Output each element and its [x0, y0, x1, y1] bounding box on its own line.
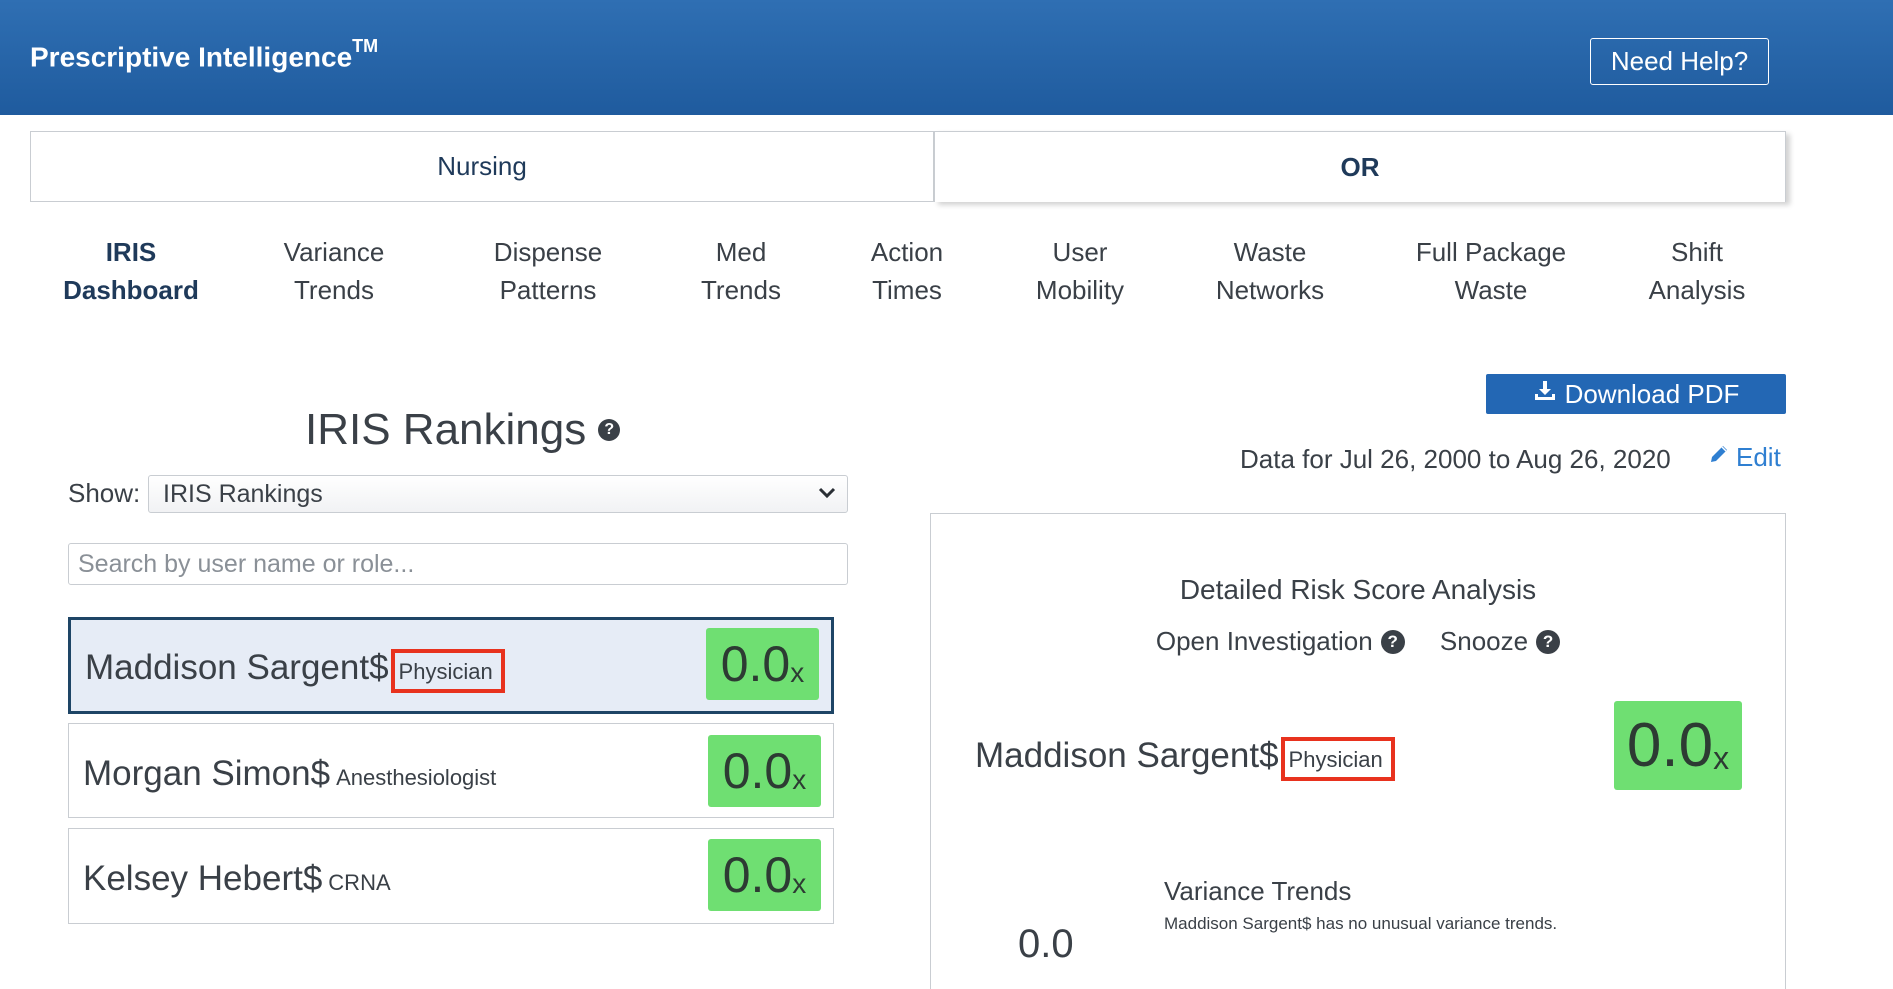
subnav-label-line2: Trends	[701, 275, 781, 305]
tab-nursing[interactable]: Nursing	[30, 131, 934, 202]
subnav-label-line2: Trends	[294, 275, 374, 305]
risk-analysis-actions: Open Investigation ? Snooze ?	[931, 626, 1785, 657]
snooze-label: Snooze	[1439, 626, 1529, 656]
brand-name: Prescriptive Intelligence	[30, 41, 353, 73]
subnav-variance-trends[interactable]: Variance Trends	[284, 233, 385, 309]
need-help-button[interactable]: Need Help?	[1590, 38, 1769, 85]
ranking-user-name: Kelsey Hebert$	[83, 859, 323, 898]
subnav-label-line2: Dashboard	[63, 275, 199, 305]
ranking-card[interactable]: Morgan Simon$ Anesthesiologist 0.0 x	[68, 723, 834, 818]
ranking-user-name: Maddison Sargent$	[85, 648, 389, 687]
brand-title: Prescriptive IntelligenceTM	[30, 36, 378, 73]
score-value: 0.0	[722, 743, 793, 799]
help-question-icon[interactable]: ?	[598, 419, 621, 441]
subnav-label-line1: Action	[870, 237, 944, 267]
subnav-dispense-patterns[interactable]: Dispense Patterns	[494, 233, 602, 309]
trademark-mark: TM	[352, 36, 379, 56]
ranking-user-name: Morgan Simon$	[83, 754, 331, 793]
edit-date-link[interactable]: Edit	[1708, 442, 1781, 473]
subnav-label-line1: User	[1052, 237, 1108, 267]
ranking-score-badge: 0.0 x	[708, 735, 821, 807]
pencil-icon	[1708, 443, 1730, 472]
ranking-user: Kelsey Hebert$ CRNA	[83, 859, 391, 899]
subnav-label-line2: Analysis	[1648, 275, 1746, 305]
tab-or[interactable]: OR	[934, 131, 1786, 202]
ranking-card[interactable]: Maddison Sargent$ Physician 0.0 x	[68, 617, 834, 714]
detail-user-name: Maddison Sargent$	[975, 736, 1279, 775]
show-label: Show:	[68, 478, 141, 508]
score-value: 0.0	[1626, 711, 1714, 780]
risk-analysis-title: Detailed Risk Score Analysis	[1179, 574, 1537, 605]
detail-user: Maddison Sargent$ Physician	[975, 736, 1395, 781]
subnav-iris-dashboard[interactable]: IRIS Dashboard	[63, 233, 199, 309]
download-pdf-label: Download PDF	[1564, 378, 1740, 409]
detail-user-role-highlighted: Physician	[1280, 737, 1395, 781]
ranking-user-role: CRNA	[328, 870, 391, 895]
subnav-label-line2: Times	[872, 275, 942, 305]
score-value: 0.0	[722, 847, 793, 903]
subnav-label-line1: Shift	[1670, 237, 1724, 267]
detail-score-badge: 0.0 x	[1614, 701, 1742, 790]
ranking-user-role-highlighted: Physician	[390, 649, 505, 693]
variance-trends-description: Maddison Sargent$ has no unusual varianc…	[1164, 914, 1558, 933]
subnav-label-line1: Variance	[283, 237, 385, 267]
subnav-label-line2: Waste	[1454, 275, 1528, 305]
show-select[interactable]: IRIS Rankings	[148, 475, 848, 513]
subnav-label-line1: Dispense	[493, 237, 603, 267]
snooze-button[interactable]: Snooze ?	[1439, 626, 1561, 657]
download-pdf-button[interactable]: Download PDF	[1486, 374, 1786, 414]
subnav-shift-analysis[interactable]: Shift Analysis	[1649, 233, 1746, 309]
subnav-label-line2: Networks	[1215, 275, 1325, 305]
ranking-user-role: Anesthesiologist	[336, 765, 497, 790]
subnav-waste-networks[interactable]: Waste Networks	[1216, 233, 1324, 309]
help-question-icon[interactable]: ?	[1380, 629, 1405, 654]
variance-trends-value: 0.0	[1018, 922, 1074, 966]
rankings-title-text: IRIS Rankings	[305, 405, 587, 454]
rankings-title: IRIS Rankings ?	[305, 405, 621, 455]
open-investigation-label: Open Investigation	[1155, 626, 1373, 656]
ranking-card[interactable]: Kelsey Hebert$ CRNA 0.0 x	[68, 828, 834, 924]
score-suffix: x	[1713, 740, 1730, 776]
score-value: 0.0	[720, 636, 791, 692]
subnav-label-line2: Patterns	[499, 275, 597, 305]
ranking-score-badge: 0.0 x	[706, 628, 819, 700]
score-suffix: x	[790, 657, 805, 688]
variance-trends-title: Variance Trends	[1164, 876, 1352, 906]
help-question-icon[interactable]: ?	[1536, 629, 1561, 654]
score-suffix: x	[792, 764, 807, 795]
ranking-score-badge: 0.0 x	[708, 839, 821, 911]
chevron-down-icon	[817, 482, 837, 508]
ranking-user: Maddison Sargent$ Physician	[85, 648, 505, 693]
subnav-label-line1: Med	[715, 237, 767, 267]
subnav-full-package-waste[interactable]: Full Package Waste	[1416, 233, 1566, 309]
subnav-label-line1: IRIS	[105, 237, 157, 267]
top-bar: Prescriptive IntelligenceTM Need Help?	[0, 0, 1893, 115]
edit-label: Edit	[1736, 442, 1781, 472]
score-suffix: x	[792, 868, 807, 899]
open-investigation-button[interactable]: Open Investigation ?	[1156, 626, 1405, 657]
subnav-user-mobility[interactable]: User Mobility	[1036, 233, 1124, 309]
subnav-label-line1: Full Package	[1415, 237, 1567, 267]
ranking-user: Morgan Simon$ Anesthesiologist	[83, 754, 496, 794]
subnav-med-trends[interactable]: Med Trends	[701, 233, 781, 309]
search-input[interactable]	[68, 543, 848, 585]
download-icon	[1533, 379, 1557, 409]
show-select-value: IRIS Rankings	[163, 479, 323, 508]
subnav-label-line2: Mobility	[1035, 275, 1125, 305]
subnav-action-times[interactable]: Action Times	[871, 233, 943, 309]
date-range-text: Data for Jul 26, 2000 to Aug 26, 2020	[1240, 444, 1671, 474]
risk-analysis-panel: Detailed Risk Score Analysis Open Invest…	[930, 513, 1786, 989]
subnav-label-line1: Waste	[1233, 237, 1307, 267]
